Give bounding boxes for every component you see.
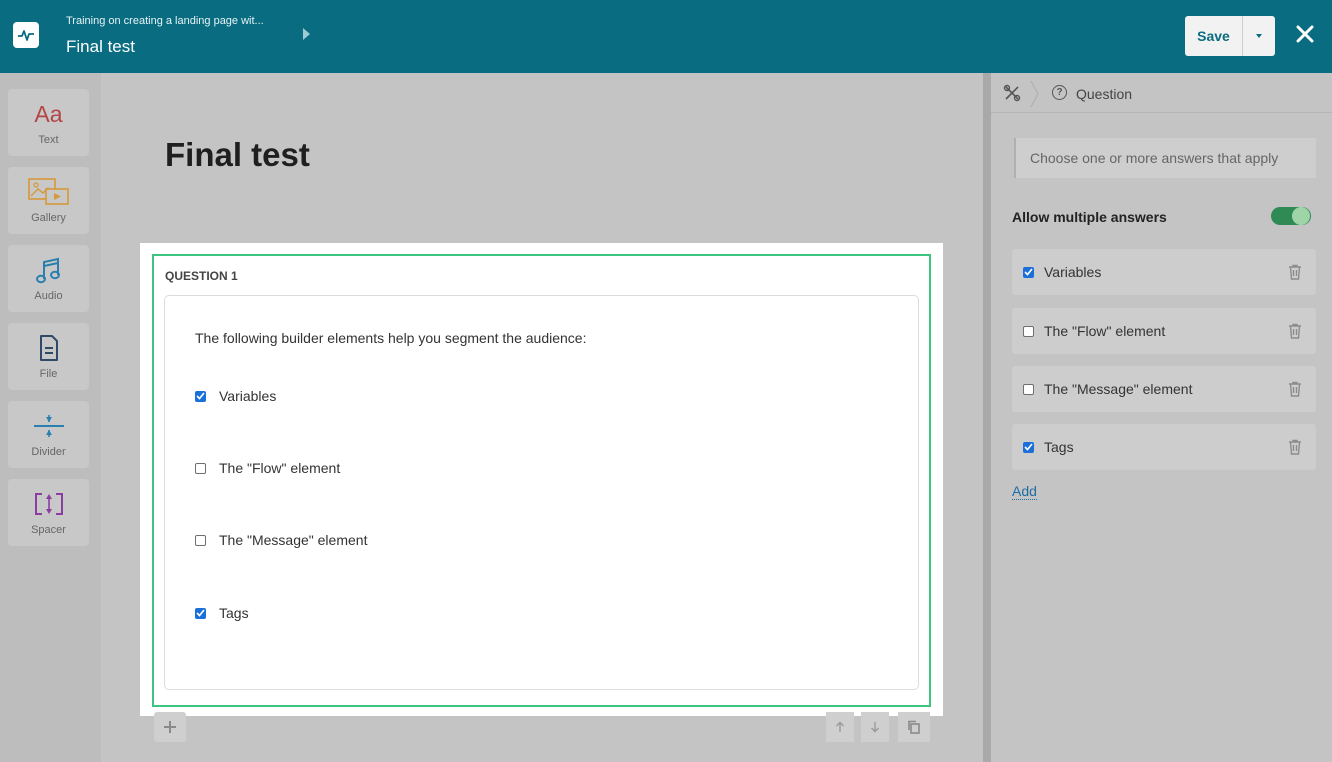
caret-down-icon <box>1256 34 1262 38</box>
gallery-icon <box>8 177 89 207</box>
answer-item[interactable]: Tags <box>1012 424 1316 470</box>
save-button[interactable]: Save <box>1185 16 1243 56</box>
divider-icon <box>8 411 89 441</box>
checkbox-unchecked-icon[interactable] <box>195 462 206 474</box>
question-option[interactable]: The "Flow" element <box>195 460 340 476</box>
move-up-button[interactable] <box>826 712 854 742</box>
trash-icon[interactable] <box>1288 381 1302 397</box>
checkbox-unchecked-icon[interactable] <box>1023 325 1034 337</box>
file-icon <box>8 333 89 363</box>
tool-gallery[interactable]: Gallery <box>8 167 89 234</box>
answer-label[interactable]: The "Message" element <box>1044 381 1192 397</box>
properties-breadcrumb <box>991 73 1332 113</box>
text-icon: Aa <box>34 100 63 127</box>
answer-label[interactable]: Variables <box>1044 264 1101 280</box>
checkbox-unchecked-icon[interactable] <box>1023 383 1034 395</box>
option-label: Tags <box>219 605 249 621</box>
breadcrumb-separator-icon <box>1030 80 1040 108</box>
add-answer-link[interactable]: Add <box>1012 483 1037 500</box>
question-option[interactable]: Variables <box>195 388 276 404</box>
question-hint-field[interactable]: Choose one or more answers that apply <box>1014 138 1316 178</box>
tool-text[interactable]: Aa Text <box>8 89 89 156</box>
top-bar: Training on creating a landing page wit.… <box>0 0 1332 73</box>
allow-multiple-label: Allow multiple answers <box>1012 209 1167 225</box>
audio-icon <box>8 255 89 285</box>
tool-gallery-label: Gallery <box>31 212 66 224</box>
plus-icon <box>164 721 176 733</box>
option-label: Variables <box>219 388 277 404</box>
trash-icon[interactable] <box>1288 439 1302 455</box>
spacer-icon <box>8 489 89 519</box>
tool-text-label: Text <box>38 134 59 146</box>
checkbox-checked-icon[interactable] <box>1023 441 1034 453</box>
panel-resize-handle[interactable] <box>983 73 991 762</box>
tool-audio-label: Audio <box>34 290 63 302</box>
question-mark-icon: ? <box>1052 85 1067 100</box>
answer-label[interactable]: The "Flow" element <box>1044 323 1165 339</box>
tool-divider-label: Divider <box>31 446 66 458</box>
question-text: The following builder elements help you … <box>195 330 587 346</box>
option-label: The "Message" element <box>219 532 368 548</box>
duplicate-button[interactable] <box>898 712 930 742</box>
add-block-button[interactable] <box>154 712 186 742</box>
save-button-group: Save <box>1185 16 1275 56</box>
properties-breadcrumb-question[interactable]: Question <box>1076 86 1132 102</box>
trash-icon[interactable] <box>1288 323 1302 339</box>
tool-file-label: File <box>39 368 58 380</box>
answer-item[interactable]: Variables <box>1012 249 1316 295</box>
trash-icon[interactable] <box>1288 264 1302 280</box>
allow-multiple-toggle[interactable] <box>1271 207 1311 225</box>
checkbox-checked-icon[interactable] <box>195 607 206 619</box>
arrow-up-icon <box>836 721 844 732</box>
question-number-label: QUESTION 1 <box>165 269 238 283</box>
toggle-knob <box>1292 207 1310 225</box>
close-icon[interactable] <box>1293 22 1317 46</box>
tool-spacer[interactable]: Spacer <box>8 479 89 546</box>
checkbox-unchecked-icon[interactable] <box>195 534 206 546</box>
question-card <box>164 295 919 690</box>
page-title[interactable]: Final test <box>165 136 310 174</box>
answer-item[interactable]: The "Message" element <box>1012 366 1316 412</box>
question-option[interactable]: Tags <box>195 605 249 621</box>
tool-spacer-label: Spacer <box>31 524 66 536</box>
save-options-dropdown[interactable] <box>1243 16 1275 56</box>
tool-divider[interactable]: Divider <box>8 401 89 468</box>
checkbox-checked-icon[interactable] <box>1023 266 1034 278</box>
question-option[interactable]: The "Message" element <box>195 532 367 548</box>
answer-item[interactable]: The "Flow" element <box>1012 308 1316 354</box>
tool-file[interactable]: File <box>8 323 89 390</box>
tools-icon[interactable] <box>1003 84 1021 102</box>
breadcrumb-parent[interactable]: Training on creating a landing page wit.… <box>66 15 264 27</box>
move-down-button[interactable] <box>861 712 889 742</box>
checkbox-checked-icon[interactable] <box>195 390 206 402</box>
app-logo-icon[interactable] <box>13 22 39 48</box>
breadcrumb-arrow-icon[interactable] <box>303 28 310 40</box>
page-name: Final test <box>66 37 135 56</box>
tool-audio[interactable]: Audio <box>8 245 89 312</box>
arrow-down-icon <box>871 722 879 733</box>
copy-icon <box>908 720 920 734</box>
answer-label[interactable]: Tags <box>1044 439 1074 455</box>
option-label: The "Flow" element <box>219 460 341 476</box>
